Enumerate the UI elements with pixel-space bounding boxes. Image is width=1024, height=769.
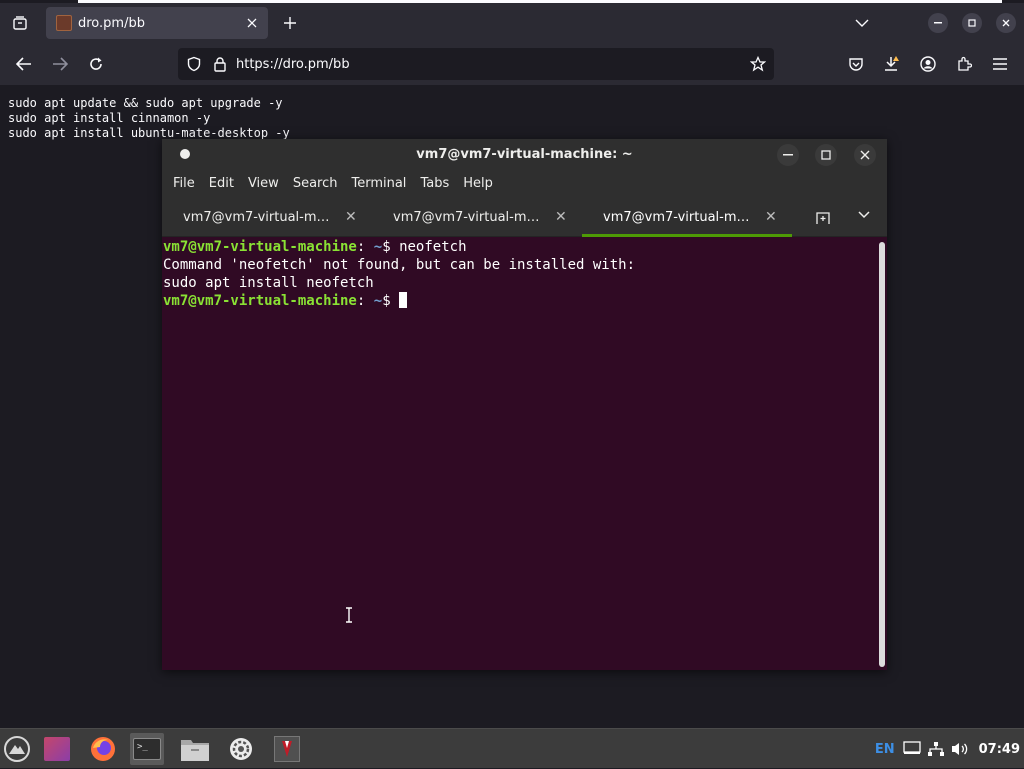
taskbar: >_ EN 07:49 [0, 728, 1024, 768]
prompt-symbol: $ [382, 293, 391, 309]
terminal-icon[interactable]: >_ [130, 733, 164, 765]
terminal-tab-label: vm7@vm7-virtual-machine: ~ [183, 209, 337, 225]
tabs-dropdown-icon[interactable] [858, 211, 872, 223]
prompt-separator: : [356, 239, 366, 255]
terminal-tab-2[interactable]: vm7@vm7-virtual-machine: ~ ✕ [372, 197, 582, 237]
terminal-menubar: File Edit View Search Terminal Tabs Help [162, 170, 887, 197]
menu-search[interactable]: Search [286, 176, 345, 191]
ibeam-cursor-icon [345, 607, 353, 623]
close-tab-icon[interactable]: ✕ [765, 209, 777, 225]
terminal-tab-1[interactable]: vm7@vm7-virtual-machine: ~ ✕ [162, 197, 372, 237]
reload-icon[interactable] [80, 48, 112, 80]
menu-view[interactable]: View [241, 176, 286, 191]
browser-tab[interactable]: dro.pm/bb [46, 7, 268, 39]
terminal-window: vm7@vm7-virtual-machine: ~ File Edit Vie… [162, 139, 887, 670]
menu-help[interactable]: Help [456, 176, 500, 191]
page-line: sudo apt install cinnamon -y [8, 111, 211, 125]
new-terminal-tab-icon[interactable] [815, 209, 833, 225]
menu-edit[interactable]: Edit [202, 176, 241, 191]
display-icon[interactable] [902, 741, 925, 757]
network-icon[interactable] [927, 741, 949, 757]
close-window-icon[interactable] [990, 7, 1022, 39]
hamburger-menu-icon[interactable] [984, 48, 1016, 80]
prompt-user: vm7@vm7-virtual-machine [163, 293, 357, 309]
back-arrow-icon[interactable] [8, 48, 40, 80]
close-tab-icon[interactable]: ✕ [555, 209, 567, 225]
menu-terminal[interactable]: Terminal [344, 176, 413, 191]
keyboard-layout[interactable]: EN [875, 742, 895, 757]
files-icon[interactable] [178, 733, 212, 765]
terminal-scrollbar[interactable] [879, 242, 885, 667]
prompt-path: ~ [373, 239, 383, 255]
terminal-minimize-icon[interactable] [777, 144, 799, 166]
terminal-title: vm7@vm7-virtual-machine: ~ [416, 147, 633, 162]
downloads-icon[interactable] [876, 48, 908, 80]
terminal-maximize-icon[interactable] [815, 144, 837, 166]
bookmark-star-icon[interactable] [750, 56, 766, 72]
system-tray: EN 07:49 [875, 729, 1024, 769]
page-line: sudo apt install ubuntu-mate-desktop -y [8, 126, 290, 140]
maximize-window-icon[interactable] [956, 7, 988, 39]
terminal-tab-bar: vm7@vm7-virtual-machine: ~ ✕ vm7@vm7-vir… [162, 197, 887, 237]
pocket-icon[interactable] [840, 48, 872, 80]
command-text: neofetch [399, 239, 467, 255]
new-tab-icon[interactable] [274, 7, 306, 39]
tab-overview-icon[interactable] [4, 7, 36, 39]
firefox-icon[interactable] [86, 733, 120, 765]
close-tab-icon[interactable] [242, 13, 262, 33]
url-bar[interactable]: https://dro.pm/bb [178, 48, 774, 80]
account-icon[interactable] [912, 48, 944, 80]
prompt-user: vm7@vm7-virtual-machine [163, 239, 357, 255]
workspace-icon[interactable] [40, 733, 74, 765]
terminal-titlebar[interactable]: vm7@vm7-virtual-machine: ~ [162, 139, 887, 170]
menu-icon[interactable] [0, 733, 34, 765]
prompt-path: ~ [373, 293, 383, 309]
prompt-symbol: $ [382, 239, 391, 255]
extensions-icon[interactable] [948, 48, 980, 80]
menu-tabs[interactable]: Tabs [413, 176, 456, 191]
output-line: Command 'neofetch' not found, but can be… [163, 257, 636, 273]
page-line: sudo apt update && sudo apt upgrade -y [8, 96, 283, 110]
forward-arrow-icon[interactable] [44, 48, 76, 80]
settings-icon[interactable] [224, 733, 258, 765]
lock-icon[interactable] [212, 56, 228, 72]
terminal-tab-label: vm7@vm7-virtual-machine: ~ [393, 209, 547, 225]
site-favicon-icon [56, 15, 72, 31]
page-text: sudo apt update && sudo apt upgrade -y s… [8, 96, 290, 141]
browser-tab-title: dro.pm/bb [78, 15, 145, 31]
app-icon[interactable] [270, 733, 304, 765]
menu-file[interactable]: File [166, 176, 202, 191]
browser-nav-bar: https://dro.pm/bb [0, 43, 1024, 85]
prompt-separator: : [356, 293, 366, 309]
terminal-output[interactable]: vm7@vm7-virtual-machine: ~$ neofetch Com… [162, 237, 887, 670]
terminal-close-icon[interactable] [854, 144, 876, 166]
terminal-tab-label: vm7@vm7-virtual-machine: ~ [603, 209, 757, 225]
terminal-tab-3[interactable]: vm7@vm7-virtual-machine: ~ ✕ [582, 197, 792, 237]
volume-icon[interactable] [951, 741, 973, 757]
window-menu-icon[interactable] [180, 149, 190, 159]
list-all-tabs-icon[interactable] [846, 7, 878, 39]
url-text[interactable]: https://dro.pm/bb [236, 57, 350, 72]
clock[interactable]: 07:49 [979, 742, 1020, 757]
output-line: sudo apt install neofetch [163, 275, 374, 291]
close-tab-icon[interactable]: ✕ [345, 209, 357, 225]
tracking-shield-icon[interactable] [186, 56, 202, 72]
browser-tab-bar: dro.pm/bb [0, 3, 1024, 43]
cursor [399, 292, 408, 308]
minimize-window-icon[interactable] [922, 7, 954, 39]
